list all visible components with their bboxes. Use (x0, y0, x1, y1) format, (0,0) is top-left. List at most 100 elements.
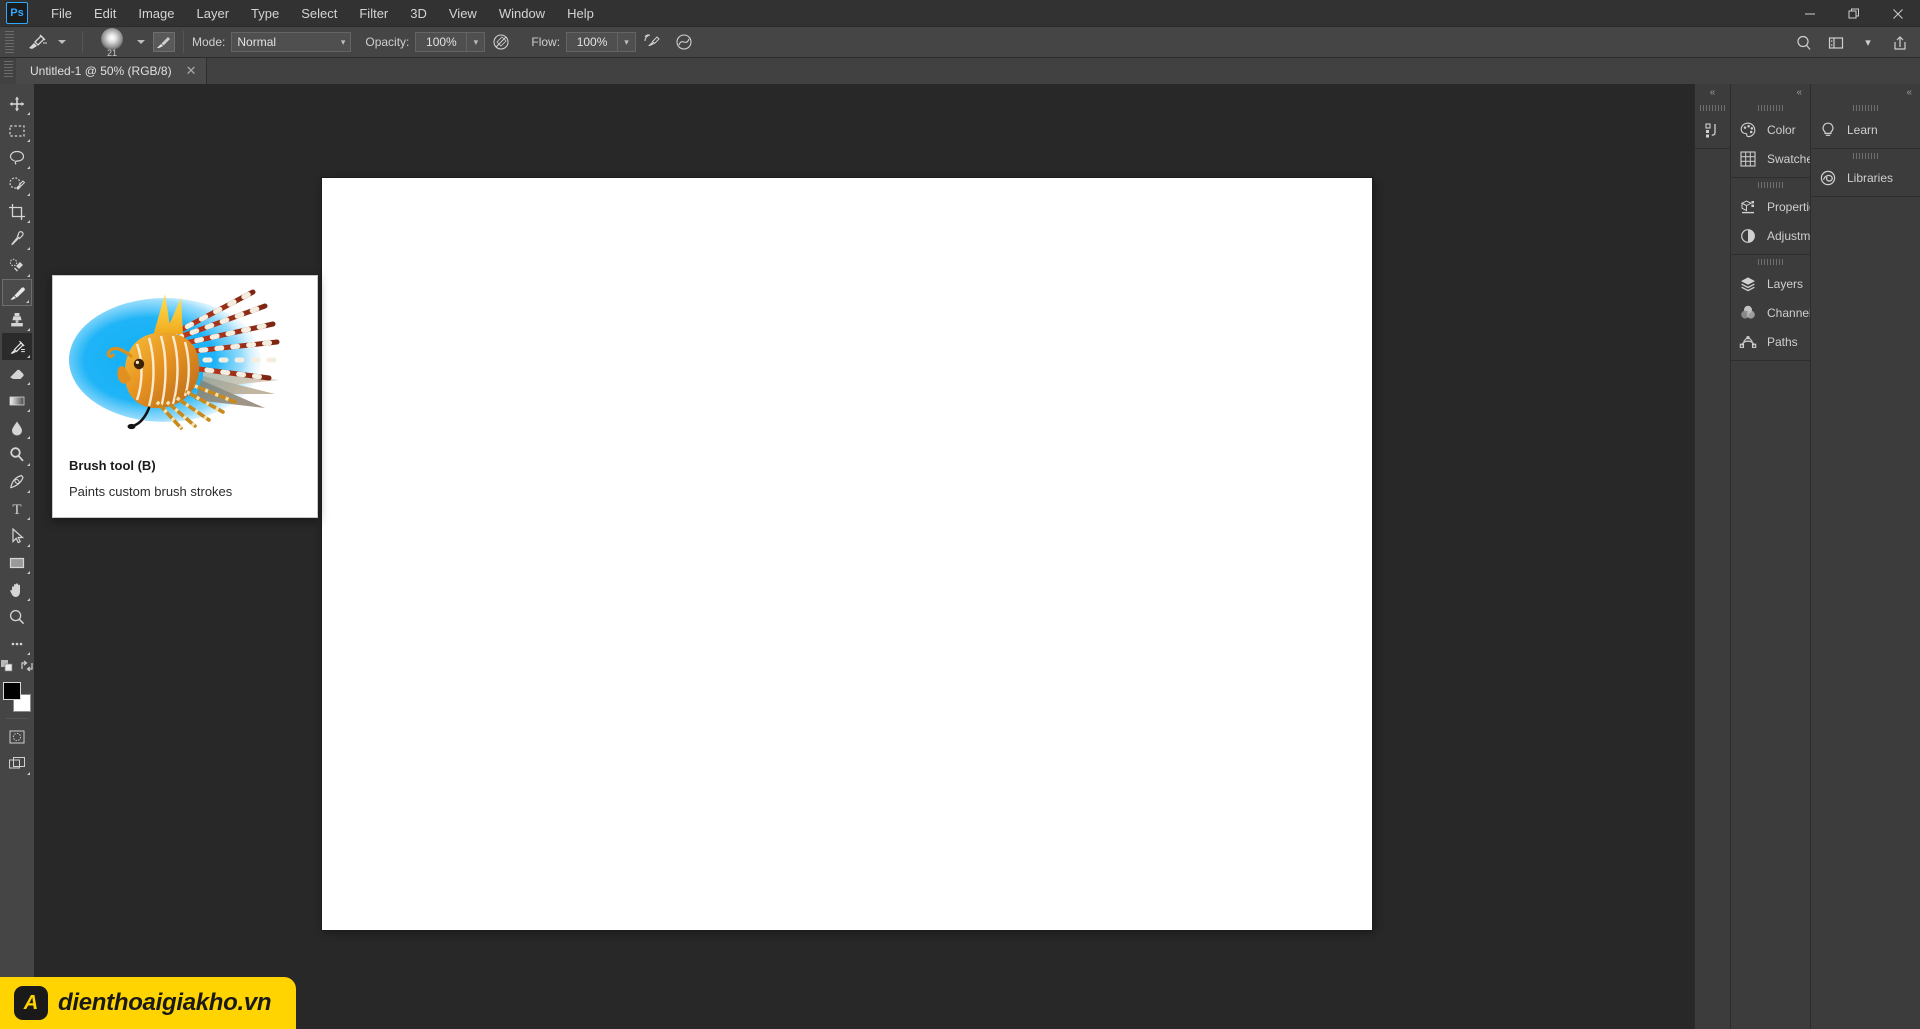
share-icon[interactable] (1887, 31, 1913, 55)
panel-group: Learn (1811, 101, 1920, 149)
pen-tool[interactable] (2, 468, 32, 495)
workspace-chevron-down-icon[interactable]: ▾ (1855, 31, 1881, 55)
rectangular-marquee-tool[interactable] (2, 117, 32, 144)
workspace-icon[interactable] (1823, 31, 1849, 55)
pressure-opacity-toggle[interactable] (488, 30, 514, 54)
brush-tool[interactable] (2, 279, 32, 306)
quick-selection-tool[interactable] (2, 171, 32, 198)
rich-tooltip: Brush tool (B) Paints custom brush strok… (52, 275, 318, 518)
menu-item-help[interactable]: Help (556, 2, 605, 25)
watermark: A dienthoaigiakho.vn (0, 977, 296, 1029)
document-tab[interactable]: Untitled-1 @ 50% (RGB/8) ✕ (16, 58, 208, 84)
search-icon[interactable] (1791, 31, 1817, 55)
default-colors-icon[interactable] (0, 659, 14, 678)
panel-group-grip[interactable] (1695, 101, 1730, 115)
swap-colors-icon[interactable] (20, 659, 34, 678)
move-tool[interactable] (2, 90, 32, 117)
paths-panel[interactable]: Paths (1731, 327, 1810, 356)
history-panel-icon[interactable] (1695, 115, 1730, 144)
flyout-triangle-icon (27, 328, 30, 331)
color-panel[interactable]: Color (1731, 115, 1810, 144)
panel-group-grip[interactable] (1731, 178, 1810, 192)
lasso-tool[interactable] (2, 144, 32, 171)
close-icon[interactable]: ✕ (182, 63, 201, 79)
document-tab-bar: Untitled-1 @ 50% (RGB/8) ✕ (0, 58, 1920, 84)
menu-item-layer[interactable]: Layer (186, 2, 241, 25)
eraser-tool[interactable] (2, 360, 32, 387)
menu-item-list: File Edit Image Layer Type Select Filter 3D View… (40, 2, 605, 25)
opacity-control[interactable]: 100% ▾ (415, 32, 486, 52)
tool-preset-chevron-icon[interactable] (58, 40, 66, 44)
brush-settings-panel-button[interactable] (153, 32, 175, 52)
menu-item-select[interactable]: Select (290, 2, 348, 25)
canvas-stage[interactable] (34, 84, 1694, 1029)
collapse-panels-icon[interactable]: « (1695, 84, 1730, 101)
gradient-tool[interactable] (2, 387, 32, 414)
opacity-value[interactable]: 100% (415, 32, 468, 52)
swatches-grid-icon (1739, 150, 1757, 168)
screen-mode-button[interactable] (2, 750, 32, 777)
dock-far-grip[interactable]: « (1811, 84, 1920, 101)
lionfish-brush-illustration (53, 276, 317, 444)
brush-preset-picker[interactable]: 21 (91, 27, 153, 58)
history-brush-tool[interactable] (2, 333, 32, 360)
dock-main-grip[interactable]: « (1731, 84, 1810, 101)
menu-item-window[interactable]: Window (488, 2, 556, 25)
smoothing-toggle[interactable] (671, 30, 697, 54)
panel-group: Layers Channels Paths (1731, 255, 1818, 361)
color-swatches[interactable] (2, 682, 32, 714)
opacity-chevron-icon[interactable]: ▾ (467, 32, 486, 52)
close-button[interactable] (1876, 0, 1920, 27)
brush-preset-chevron-icon[interactable] (137, 40, 145, 44)
options-bar-grip[interactable] (5, 31, 14, 53)
properties-panel[interactable]: Properties (1731, 192, 1822, 221)
document-canvas[interactable] (322, 178, 1372, 930)
flow-control[interactable]: 100% ▾ (566, 32, 637, 52)
tool-preset-picker[interactable] (20, 31, 74, 53)
airbrush-toggle[interactable] (639, 30, 665, 54)
zoom-tool[interactable] (2, 603, 32, 630)
flow-value[interactable]: 100% (566, 32, 619, 52)
panel-group-grip[interactable] (1731, 101, 1810, 115)
tab-bar-grip[interactable] (4, 60, 13, 79)
dodge-tool[interactable] (2, 441, 32, 468)
swatches-panel[interactable]: Swatches (1731, 144, 1819, 173)
minimize-button[interactable] (1788, 0, 1832, 27)
panel-group-grip[interactable] (1731, 255, 1810, 269)
quick-mask-button[interactable] (2, 723, 32, 750)
foreground-color-swatch[interactable] (3, 682, 21, 700)
learn-panel[interactable]: Learn (1811, 115, 1920, 144)
libraries-panel[interactable]: Libraries (1811, 163, 1920, 192)
dock-far-collapse-icon[interactable]: « (1906, 87, 1912, 98)
panel-group-grip[interactable] (1811, 149, 1920, 163)
panel-group-grip[interactable] (1811, 101, 1920, 115)
adjustments-panel[interactable]: Adjustments (1731, 221, 1833, 250)
hand-tool[interactable] (2, 576, 32, 603)
menu-item-filter[interactable]: Filter (348, 2, 399, 25)
edit-toolbar-button[interactable] (2, 630, 32, 657)
blend-mode-select[interactable]: Normal ▾ (231, 32, 352, 52)
menu-item-type[interactable]: Type (240, 2, 290, 25)
clone-stamp-tool[interactable] (2, 306, 32, 333)
flyout-triangle-icon (27, 598, 30, 601)
flyout-triangle-icon (27, 652, 30, 655)
menu-item-edit[interactable]: Edit (83, 2, 127, 25)
flyout-triangle-icon (27, 247, 30, 250)
crop-tool[interactable] (2, 198, 32, 225)
dock-collapse-icon[interactable]: « (1796, 87, 1802, 98)
blur-tool[interactable] (2, 414, 32, 441)
menu-item-3d[interactable]: 3D (399, 2, 438, 25)
path-selection-tool[interactable] (2, 522, 32, 549)
flow-chevron-icon[interactable]: ▾ (618, 32, 637, 52)
layers-panel[interactable]: Layers (1731, 269, 1810, 298)
eyedropper-tool[interactable] (2, 225, 32, 252)
rectangle-tool[interactable] (2, 549, 32, 576)
restore-button[interactable] (1832, 0, 1876, 27)
options-bar: 21 Mode: Normal ▾ Opacity: 100% ▾ Flow: … (0, 27, 1920, 58)
spot-healing-brush-tool[interactable] (2, 252, 32, 279)
menu-item-image[interactable]: Image (127, 2, 185, 25)
horizontal-type-tool[interactable]: T (2, 495, 32, 522)
channels-panel[interactable]: Channels (1731, 298, 1818, 327)
menu-item-file[interactable]: File (40, 2, 83, 25)
menu-item-view[interactable]: View (438, 2, 488, 25)
